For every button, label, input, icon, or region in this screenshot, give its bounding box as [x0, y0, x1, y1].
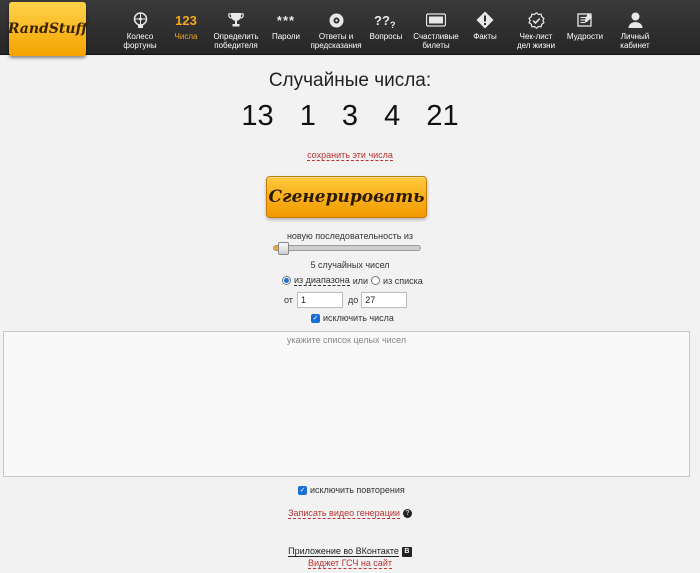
vk-icon: В [401, 546, 412, 557]
nav-label: Колесо фортуны [123, 32, 157, 50]
nav-item-winner[interactable]: Определить победителя [211, 0, 261, 55]
slider-handle[interactable] [278, 242, 289, 255]
save-numbers-link[interactable]: сохранить эти числа [307, 150, 393, 161]
generate-button[interactable]: Сгенерировать [266, 176, 427, 218]
nav-label: Определить победителя [213, 32, 259, 50]
range-radio[interactable] [282, 276, 291, 285]
from-label: от [284, 295, 293, 305]
nav-item-tickets[interactable]: Счастливые билеты [411, 0, 461, 55]
nav-label: Личный кабинет [620, 32, 650, 50]
nav-item-answers[interactable]: Ответы и предсказания [309, 0, 363, 55]
wisdom-icon [577, 9, 593, 31]
nav-label: Мудрости [566, 32, 604, 41]
checklist-icon [527, 9, 545, 31]
nav-label: Вопросы [369, 32, 403, 41]
nav-item-account[interactable]: Личный кабинет [614, 0, 656, 55]
random-number: 1 [299, 100, 316, 132]
nav-item-numbers[interactable]: 123 Числа [171, 0, 201, 55]
nav-label: Числа [174, 32, 198, 41]
question-icon: ??? [374, 9, 398, 31]
nav-label: Факты [473, 32, 497, 41]
or-text: или [352, 275, 369, 286]
svg-text:?: ? [390, 20, 396, 28]
nav-item-questions[interactable]: ??? Вопросы [367, 0, 405, 55]
site-logo[interactable]: RandStuff [8, 2, 87, 56]
range-inputs: от до [284, 292, 408, 308]
mode-selector: из диапазона или из списка [282, 275, 423, 286]
exclude-repeats-option: ✓ исключить повторения [298, 485, 405, 495]
nav-label: Ответы и предсказания [310, 32, 362, 50]
help-icon[interactable]: ? [402, 509, 412, 519]
exclude-numbers-label[interactable]: исключить числа [323, 313, 394, 323]
exclude-numbers-option: ✓ исключить числа [311, 313, 394, 323]
ticket-icon [426, 9, 446, 31]
numbers-icon: 123 [175, 12, 197, 28]
random-number: 3 [341, 100, 359, 132]
exclude-numbers-checkbox[interactable]: ✓ [311, 313, 320, 323]
wheel-icon [133, 9, 148, 31]
nav-item-wisdom[interactable]: Мудрости [565, 0, 605, 55]
count-label: 5 случайных чисел [310, 260, 390, 270]
vk-app-link[interactable]: Приложение во ВКонтакте [288, 546, 399, 557]
to-input[interactable] [361, 292, 408, 308]
random-number: 4 [384, 100, 401, 132]
nav-item-checklist[interactable]: Чек-лист дел жизни [512, 0, 560, 55]
list-radio[interactable] [371, 276, 381, 285]
record-video-link[interactable]: Записать видео генерации [288, 508, 400, 519]
nav-item-facts[interactable]: Факты [469, 0, 501, 55]
exclude-repeats-checkbox[interactable]: ✓ [298, 485, 307, 495]
fact-icon [476, 9, 494, 31]
random-number: 13 [241, 100, 274, 132]
exclude-repeats-label[interactable]: исключить повторения [310, 485, 405, 495]
range-label[interactable]: из диапазона [294, 275, 350, 286]
sequence-label: новую последовательность из [286, 231, 414, 241]
ball-icon [329, 9, 344, 31]
widget-link[interactable]: Виджет ГСЧ на сайт [308, 558, 392, 569]
nav-label: Пароли [271, 32, 301, 41]
nav-label: Счастливые билеты [413, 32, 459, 50]
password-icon: *** [276, 12, 296, 28]
count-slider[interactable] [273, 245, 421, 251]
nav-label: Чек-лист дел жизни [516, 32, 556, 50]
user-icon [628, 9, 643, 31]
random-numbers: 13 1 3 4 21 [0, 100, 700, 133]
to-label: до [347, 295, 359, 305]
page-title: Случайные числа: [268, 70, 432, 91]
trophy-icon [228, 9, 244, 31]
from-input[interactable] [296, 292, 343, 308]
exclude-list-textarea[interactable] [3, 331, 690, 477]
nav-item-passwords[interactable]: *** Пароли [268, 0, 304, 55]
list-label[interactable]: из списка [383, 276, 423, 286]
nav-item-wheel[interactable]: Колесо фортуны [118, 0, 162, 55]
top-nav-bar: RandStuff Колесо фортуны 123 Числа Опред… [0, 0, 700, 56]
random-number: 21 [426, 100, 459, 132]
svg-text:??: ?? [374, 13, 390, 28]
